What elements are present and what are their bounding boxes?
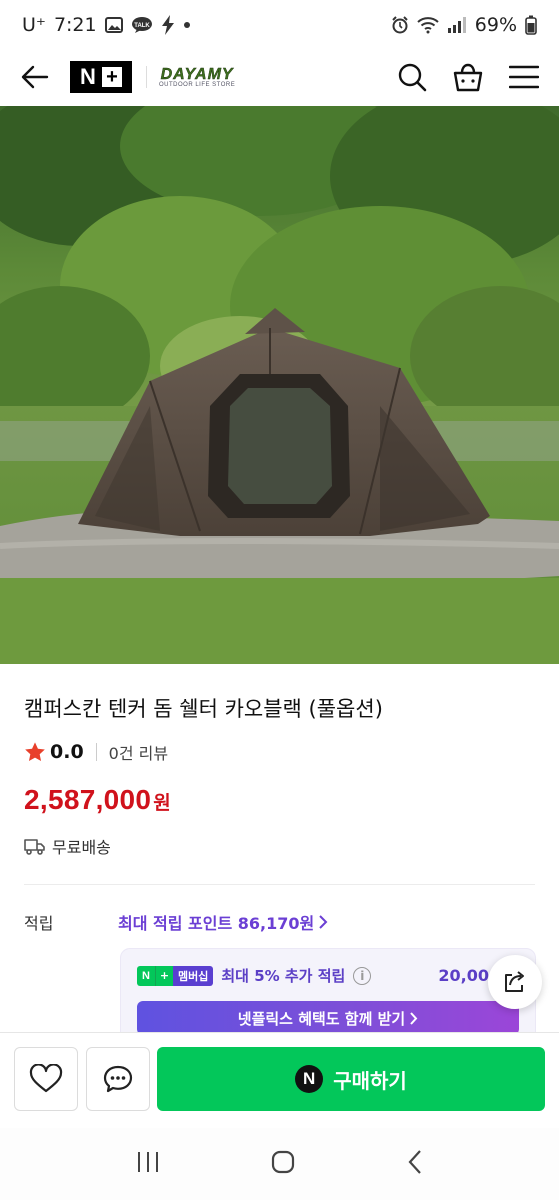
store-logo[interactable]: DAYAMY OUTDOOR LIFE STORE (159, 66, 235, 88)
home-icon (272, 1150, 295, 1174)
arrow-left-icon (21, 65, 49, 89)
membership-amount: 20,00 (438, 966, 489, 985)
battery-icon (525, 15, 537, 35)
product-title: 캠퍼스칸 텐커 돔 쉘터 카오블랙 (풀옵션) (24, 697, 383, 721)
max-points-text: 최대 적립 포인트 86,170원 (118, 914, 315, 933)
chevron-right-icon (319, 915, 328, 929)
star-icon (25, 742, 45, 761)
share-icon (505, 971, 524, 992)
truck-icon (24, 839, 45, 855)
back-button[interactable] (16, 58, 54, 96)
back-chevron-icon (408, 1150, 421, 1174)
wishlist-button[interactable] (14, 1047, 78, 1111)
netflix-benefit-button[interactable]: 넷플릭스 혜택도 함께 받기 (137, 1001, 519, 1035)
shipping-info: 무료배송 (24, 834, 111, 858)
search-button[interactable] (393, 58, 431, 96)
recent-apps-icon (137, 1152, 158, 1172)
shipping-label: 무료배송 (52, 838, 111, 857)
rating-row[interactable]: 0.0 0건 리뷰 (24, 740, 168, 764)
info-icon[interactable]: i (353, 966, 372, 985)
header-divider (146, 66, 147, 88)
price: 2,587,000 원 (24, 784, 171, 816)
system-nav-bar (0, 1128, 559, 1200)
battery-level: 69% (474, 14, 517, 36)
back-nav-button[interactable] (406, 1149, 424, 1179)
review-count[interactable]: 0건 리뷰 (109, 740, 168, 764)
cart-button[interactable] (449, 58, 487, 96)
shopping-bag-icon (453, 63, 483, 92)
price-unit: 원 (153, 792, 171, 814)
hamburger-menu-icon (509, 65, 539, 89)
home-button[interactable] (270, 1149, 296, 1179)
talk-icon: TALK (131, 16, 153, 34)
heart-icon (29, 1064, 63, 1093)
bottom-action-bar: N 구매하기 (0, 1032, 559, 1128)
max-points-link[interactable]: 최대 적립 포인트 86,170원 (118, 910, 328, 934)
clock: 7:21 (53, 14, 97, 36)
naver-pay-icon: N (295, 1065, 324, 1093)
search-icon (398, 63, 427, 92)
buy-label: 구매하기 (333, 1068, 407, 1093)
points-label: 적립 (24, 914, 54, 933)
svg-text:TALK: TALK (134, 23, 150, 29)
inquiry-button[interactable] (86, 1047, 150, 1111)
menu-button[interactable] (505, 58, 543, 96)
price-amount: 2,587,000 (24, 784, 152, 815)
app-header: N + DAYAMY OUTDOOR LIFE STORE (0, 48, 559, 106)
rating-separator (95, 743, 97, 761)
netflix-benefit-label: 넷플릭스 혜택도 함께 받기 (237, 1009, 406, 1028)
rating-score: 0.0 (50, 741, 84, 763)
naver-plus-logo[interactable]: N + (70, 61, 132, 93)
dot-icon (183, 21, 191, 29)
buy-button[interactable]: N 구매하기 (157, 1047, 545, 1111)
alarm-icon (391, 16, 409, 34)
status-bar: U⁺ 7:21 TALK 69% (0, 0, 559, 50)
wifi-icon (417, 16, 439, 34)
image-icon (104, 17, 123, 33)
signal-icon (447, 16, 467, 34)
share-button[interactable] (488, 955, 542, 1009)
naver-n-icon: N (137, 965, 155, 986)
carrier-label: U⁺ (22, 14, 46, 36)
product-image[interactable] (0, 106, 559, 664)
membership-badge: N + 멤버십 (137, 965, 214, 986)
chevron-right-icon (410, 1011, 418, 1025)
membership-badge-label: 멤버십 (173, 965, 214, 986)
section-divider (24, 884, 535, 885)
chat-bubble-icon (103, 1065, 133, 1093)
membership-text: 최대 5% 추가 적립 (221, 967, 346, 985)
recent-apps-button[interactable] (135, 1150, 161, 1178)
store-tagline: OUTDOOR LIFE STORE (159, 82, 236, 88)
bolt-icon (161, 15, 175, 35)
plus-icon: + (155, 965, 173, 986)
